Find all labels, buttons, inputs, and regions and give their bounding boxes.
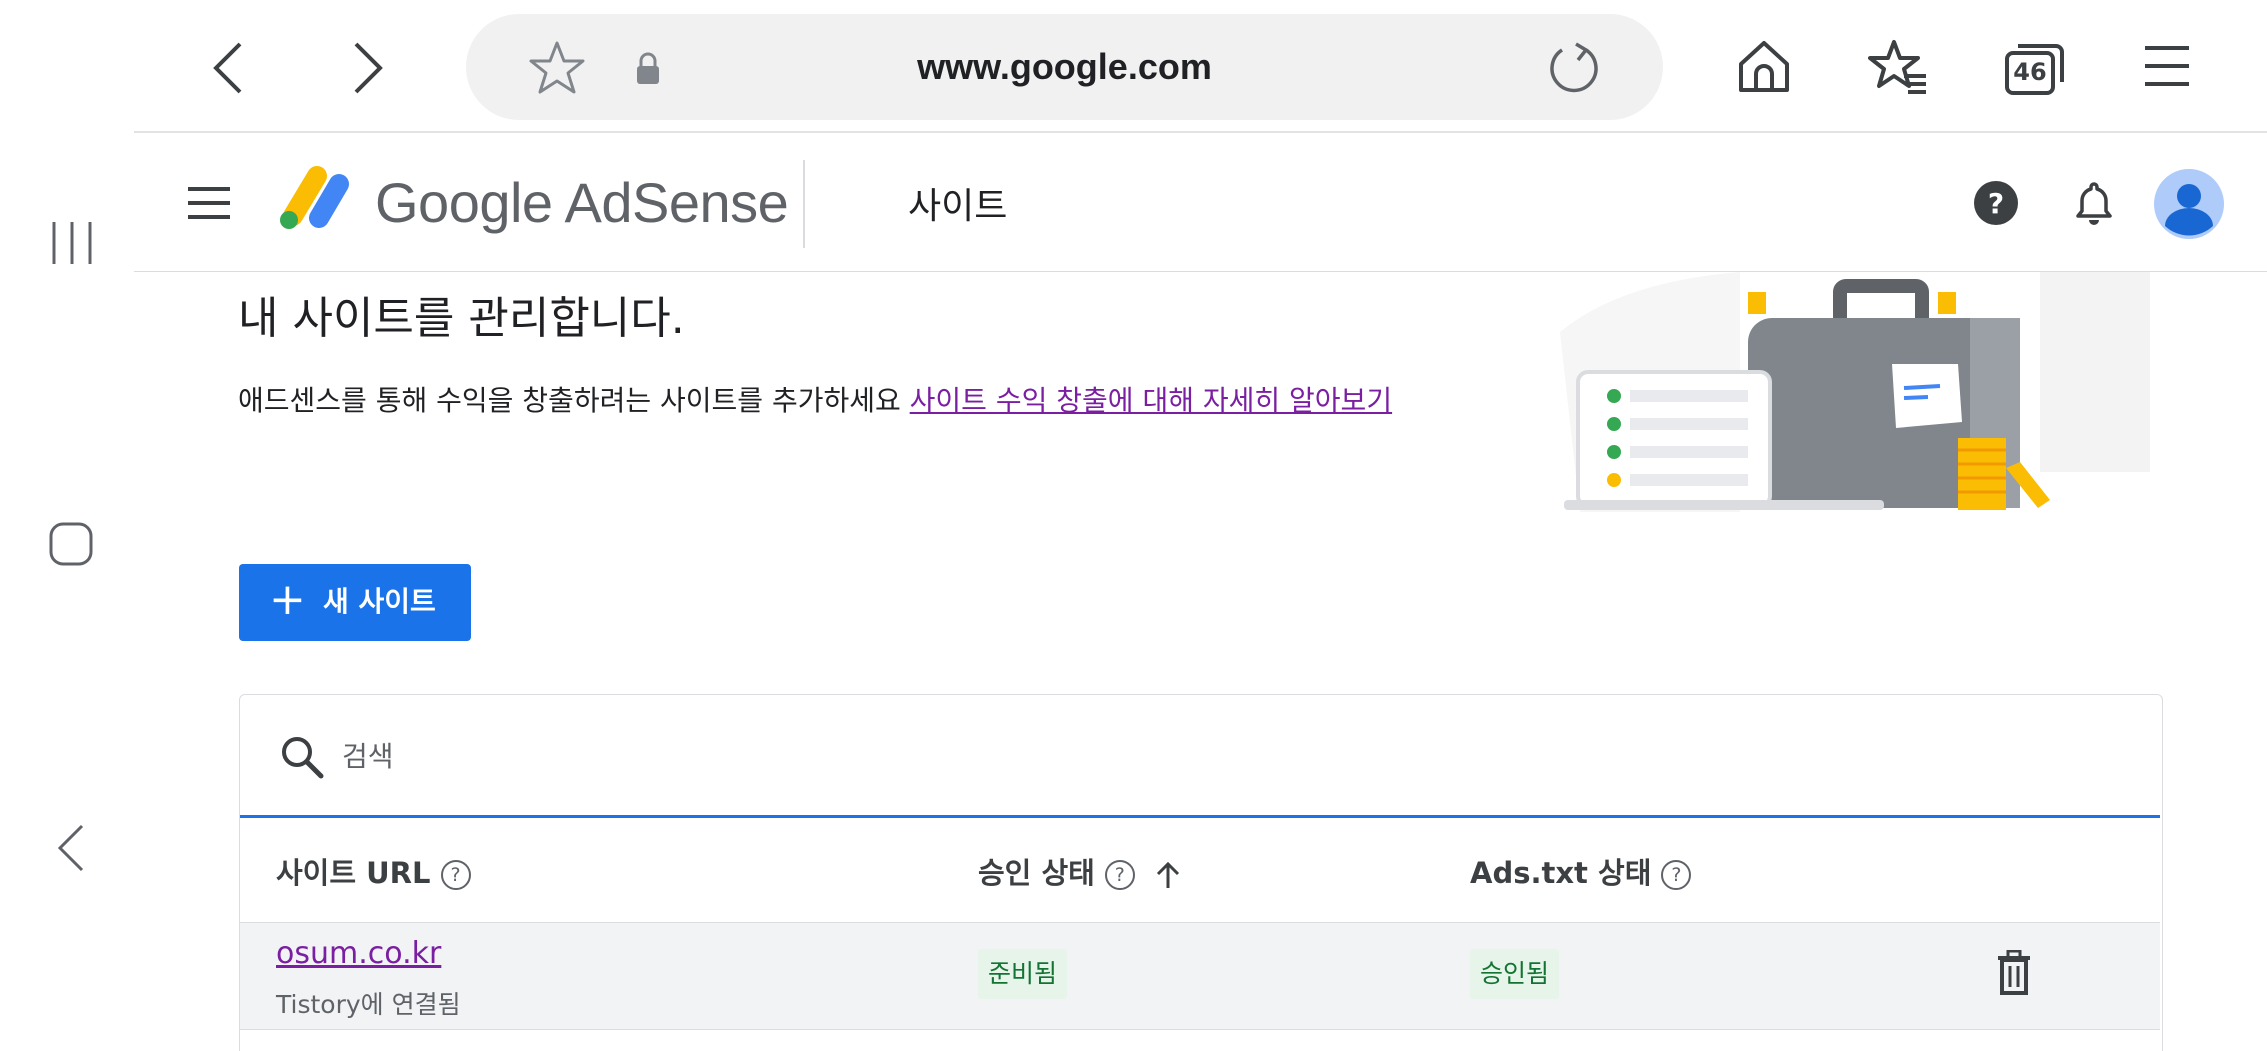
site-connection-note: Tistory에 연결됨 — [276, 990, 461, 1019]
help-circle-icon[interactable]: ? — [1661, 860, 1692, 890]
browser-menu-icon[interactable] — [2143, 44, 2191, 88]
brand-product: AdSense — [564, 171, 789, 234]
bookmark-star-icon[interactable] — [528, 40, 586, 96]
tabs-button[interactable]: 46 — [2004, 42, 2064, 96]
home-icon[interactable] — [1736, 38, 1792, 96]
brand-google: Google — [375, 171, 553, 234]
account-avatar[interactable] — [2153, 168, 2225, 240]
site-url-link[interactable]: osum.co.kr — [276, 936, 441, 971]
lock-icon — [637, 52, 659, 84]
delete-trash-icon[interactable] — [1996, 950, 2032, 996]
bookmarks-icon[interactable] — [1868, 38, 1930, 96]
column-ads-txt-status[interactable]: Ads.txt 상태? — [1470, 850, 1692, 892]
page-title: 사이트 — [908, 186, 1008, 227]
forward-icon[interactable] — [350, 40, 386, 96]
help-icon[interactable]: ? — [1973, 180, 2019, 226]
svg-text:?: ? — [1988, 187, 2004, 220]
page-description: 애드센스를 통해 수익을 창출하려는 사이트를 추가하세요 사이트 수익 창출에… — [238, 379, 1392, 419]
back-icon[interactable] — [210, 40, 246, 96]
learn-more-link[interactable]: 사이트 수익 창출에 대해 자세히 알아보기 — [910, 384, 1392, 417]
column-approval-label: 승인 상태 — [978, 856, 1095, 890]
search-icon — [282, 737, 324, 779]
sort-arrow-up-icon[interactable] — [1155, 860, 1181, 890]
description-text: 애드센스를 통해 수익을 창출하려는 사이트를 추가하세요 — [238, 384, 901, 417]
plus-icon: + — [269, 574, 306, 625]
column-approval-status[interactable]: 승인 상태? — [978, 850, 1181, 892]
recent-apps-icon[interactable] — [48, 218, 96, 268]
tab-count: 46 — [2013, 58, 2047, 86]
column-site-url-label: 사이트 URL — [276, 856, 431, 890]
home-nav-icon[interactable] — [48, 521, 94, 567]
hamburger-menu-icon[interactable] — [188, 186, 230, 220]
new-site-label: 새 사이트 — [323, 585, 436, 618]
page-heading: 내 사이트를 관리합니다. — [238, 293, 685, 344]
ads-txt-status-badge: 승인됨 — [1470, 949, 1560, 999]
adsense-logo-icon — [280, 166, 349, 229]
brand-logo-text: Google AdSense — [375, 170, 789, 235]
table-row — [240, 922, 2160, 1030]
column-site-url[interactable]: 사이트 URL? — [276, 850, 471, 892]
help-circle-icon[interactable]: ? — [440, 860, 471, 890]
new-site-button[interactable]: + 새 사이트 — [239, 564, 471, 641]
back-nav-icon[interactable] — [54, 822, 86, 874]
reload-icon[interactable] — [1546, 40, 1602, 96]
notifications-bell-icon[interactable] — [2075, 180, 2113, 228]
search-input[interactable] — [340, 735, 1144, 777]
help-circle-icon[interactable]: ? — [1104, 860, 1135, 890]
approval-status-badge: 준비됨 — [978, 949, 1068, 999]
header-separator — [803, 160, 805, 248]
system-nav-bar — [0, 0, 134, 1050]
column-ads-txt-label: Ads.txt 상태 — [1470, 856, 1652, 890]
sites-illustration — [1560, 272, 2150, 512]
